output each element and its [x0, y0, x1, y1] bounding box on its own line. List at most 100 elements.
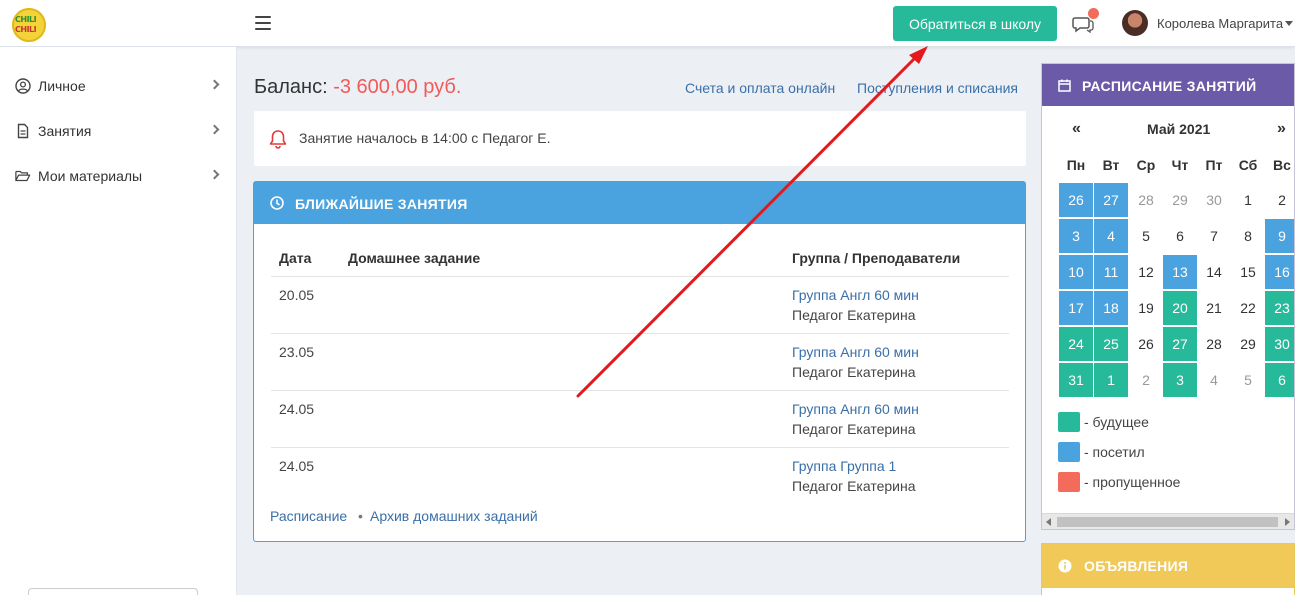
- legend-label: - пропущенное: [1084, 474, 1181, 490]
- legend-swatch: [1058, 412, 1080, 432]
- calendar-day[interactable]: 16: [1265, 255, 1294, 289]
- prev-month-button[interactable]: «: [1072, 120, 1081, 138]
- calendar-day[interactable]: 13: [1163, 255, 1197, 289]
- calendar-day[interactable]: 4: [1094, 219, 1128, 256]
- calendar-day[interactable]: 27: [1094, 183, 1128, 220]
- chevron-down-icon[interactable]: [1285, 21, 1293, 26]
- invoices-link[interactable]: Счета и оплата онлайн: [685, 80, 835, 96]
- row-group-link[interactable]: Группа Англ 60 мин: [792, 344, 919, 360]
- calendar-day[interactable]: 30: [1265, 327, 1294, 361]
- calendar-day[interactable]: 29: [1231, 327, 1265, 361]
- calendar-day[interactable]: 19: [1129, 291, 1163, 325]
- calendar-day[interactable]: 2: [1265, 183, 1294, 217]
- legend-swatch: [1058, 442, 1080, 462]
- calendar-day-number: 17: [1068, 300, 1084, 316]
- calendar-day[interactable]: 23: [1265, 291, 1294, 325]
- calendar-day-number: 3: [1176, 372, 1184, 388]
- scroll-left-icon[interactable]: [1046, 518, 1051, 526]
- calendar-day-number: 23: [1274, 300, 1290, 316]
- calendar-day[interactable]: 28: [1197, 327, 1231, 361]
- calendar-day[interactable]: 6: [1265, 363, 1294, 397]
- sidebar-item-materials[interactable]: Мои материалы: [0, 156, 237, 196]
- calendar-day[interactable]: 11: [1094, 255, 1128, 292]
- announcements-header: ОБЪЯВЛЕНИЯ: [1042, 544, 1294, 588]
- school-logo[interactable]: CHILI CHILI: [12, 8, 46, 42]
- calendar-day[interactable]: 5: [1129, 219, 1163, 253]
- calendar-day[interactable]: 12: [1129, 255, 1163, 289]
- calendar-day[interactable]: 17: [1059, 291, 1093, 328]
- calendar-day[interactable]: 14: [1197, 255, 1231, 289]
- calendar-day[interactable]: 10: [1059, 255, 1093, 292]
- calendar-day[interactable]: 3: [1163, 363, 1197, 397]
- calendar-day-number: 29: [1240, 336, 1256, 352]
- contact-school-button[interactable]: Обратиться в школу: [893, 6, 1057, 41]
- weekday-label: Вс: [1273, 157, 1291, 173]
- row-teacher: Педагог Екатерина: [792, 364, 916, 380]
- horizontal-scrollbar[interactable]: [1042, 513, 1294, 529]
- calendar-day-number: 26: [1138, 336, 1154, 352]
- sidebar-item-lessons[interactable]: Занятия: [0, 111, 237, 151]
- calendar-day-number: 25: [1103, 336, 1119, 352]
- sidebar-footer-box: [28, 588, 198, 595]
- table-row: 24.05 Группа Группа 1 Педагог Екатерина: [271, 448, 1009, 505]
- calendar-icon: [1058, 79, 1071, 92]
- calendar-day[interactable]: 26: [1129, 327, 1163, 361]
- calendar-day[interactable]: 4: [1197, 363, 1231, 397]
- transactions-link[interactable]: Поступления и списания: [857, 80, 1018, 96]
- calendar-day[interactable]: 31: [1059, 363, 1093, 397]
- calendar-day[interactable]: 6: [1163, 219, 1197, 253]
- row-group-link[interactable]: Группа Англ 60 мин: [792, 401, 919, 417]
- row-group-link[interactable]: Группа Группа 1: [792, 458, 896, 474]
- homework-archive-link[interactable]: Архив домашних заданий: [370, 508, 538, 524]
- scrollbar-thumb[interactable]: [1057, 517, 1278, 527]
- legend-swatch: [1058, 472, 1080, 492]
- calendar-day[interactable]: 21: [1197, 291, 1231, 325]
- folder-open-icon: [15, 170, 31, 182]
- avatar[interactable]: [1122, 10, 1148, 36]
- calendar-day[interactable]: 3: [1059, 219, 1093, 256]
- calendar-day-number: 7: [1210, 228, 1218, 244]
- next-month-button[interactable]: »: [1277, 120, 1286, 138]
- row-date: 23.05: [279, 344, 315, 360]
- calendar-day[interactable]: 27: [1163, 327, 1197, 361]
- column-header-date: Дата: [279, 250, 312, 266]
- calendar-day[interactable]: 28: [1129, 183, 1163, 217]
- schedule-link[interactable]: Расписание: [270, 508, 347, 524]
- calendar-day-number: 4: [1107, 228, 1115, 244]
- calendar-day[interactable]: 26: [1059, 183, 1093, 220]
- calendar-day[interactable]: 22: [1231, 291, 1265, 325]
- calendar-day[interactable]: 25: [1094, 327, 1128, 364]
- info-icon: [1058, 559, 1072, 573]
- calendar-header: РАСПИСАНИЕ ЗАНЯТИЙ: [1042, 64, 1294, 106]
- calendar-day[interactable]: 15: [1231, 255, 1265, 289]
- calendar-day-number: 9: [1278, 228, 1286, 244]
- calendar-day[interactable]: 8: [1231, 219, 1265, 253]
- sidebar-item-label: Занятия: [38, 123, 92, 139]
- calendar-day[interactable]: 29: [1163, 183, 1197, 217]
- calendar-day[interactable]: 5: [1231, 363, 1265, 397]
- scroll-right-icon[interactable]: [1285, 518, 1290, 526]
- calendar-day[interactable]: 1: [1094, 363, 1128, 397]
- calendar-day[interactable]: 30: [1197, 183, 1231, 217]
- calendar-day-number: 13: [1172, 264, 1188, 280]
- calendar-day[interactable]: 1: [1231, 183, 1265, 217]
- sidebar-item-personal[interactable]: Личное: [0, 66, 237, 106]
- user-name[interactable]: Королева Маргарита: [1157, 16, 1283, 31]
- calendar-day[interactable]: 20: [1163, 291, 1197, 325]
- sidebar-item-label: Личное: [38, 78, 86, 94]
- table-row: 24.05 Группа Англ 60 мин Педагог Екатери…: [271, 391, 1009, 448]
- calendar-day[interactable]: 7: [1197, 219, 1231, 253]
- calendar-month: Май 2021: [1147, 121, 1211, 137]
- calendar-day[interactable]: 24: [1059, 327, 1093, 364]
- calendar-day-number: 26: [1068, 192, 1084, 208]
- calendar-day-number: 22: [1240, 300, 1256, 316]
- balance: Баланс: -3 600,00 руб.: [254, 76, 461, 99]
- calendar-day[interactable]: 9: [1265, 219, 1294, 253]
- row-group-link[interactable]: Группа Англ 60 мин: [792, 287, 919, 303]
- calendar-day-number: 6: [1176, 228, 1184, 244]
- lesson-notice: Занятие началось в 14:00 с Педагог Е.: [254, 111, 1026, 166]
- chevron-right-icon: [209, 79, 220, 90]
- menu-toggle-icon[interactable]: [255, 16, 271, 30]
- calendar-day[interactable]: 2: [1129, 363, 1163, 397]
- calendar-day[interactable]: 18: [1094, 291, 1128, 328]
